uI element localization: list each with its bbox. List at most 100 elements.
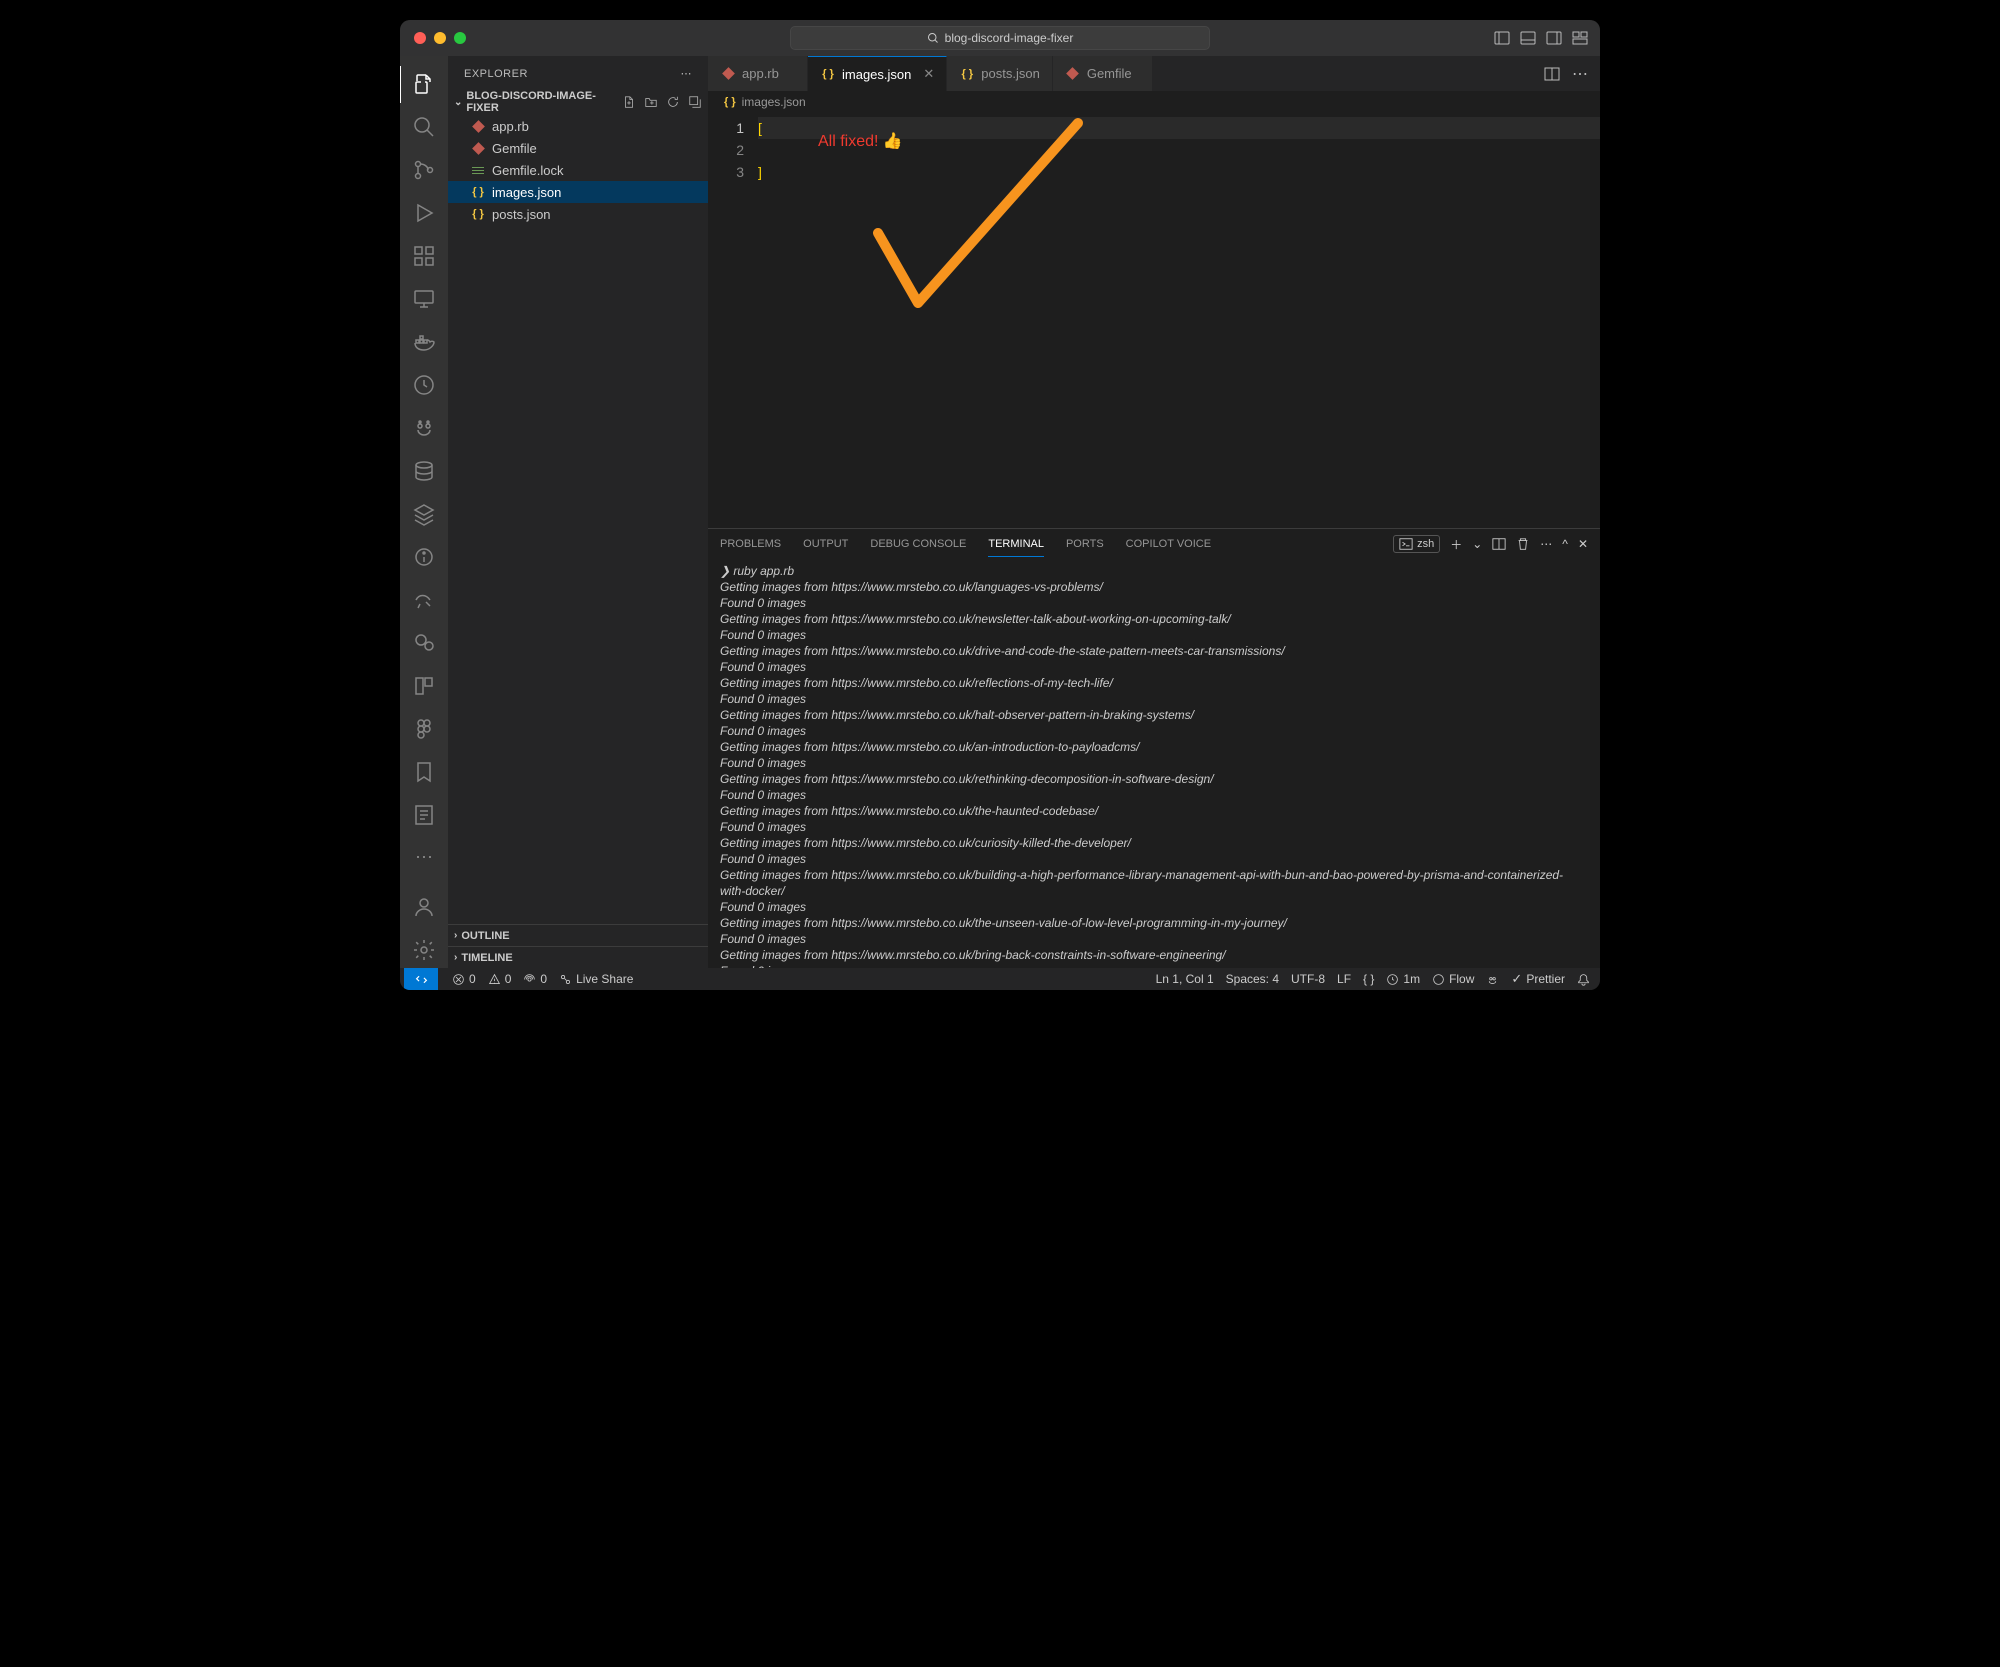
- remote-indicator[interactable]: [404, 968, 438, 990]
- close-window[interactable]: [414, 32, 426, 44]
- remote-explorer-tab[interactable]: [400, 281, 448, 318]
- live-share-status[interactable]: Live Share: [553, 972, 639, 986]
- terminal-line: Found 0 images: [720, 787, 1588, 803]
- language-mode[interactable]: { }: [1357, 972, 1380, 986]
- source-control-tab[interactable]: [400, 152, 448, 189]
- file-item[interactable]: { }posts.json: [448, 203, 708, 225]
- notifications-icon[interactable]: [1571, 973, 1596, 986]
- new-folder-icon[interactable]: [644, 95, 658, 109]
- annotation-checkmark: [858, 113, 1258, 433]
- refresh-icon[interactable]: [666, 95, 680, 109]
- explorer-more-icon[interactable]: ⋯: [681, 67, 693, 80]
- extensions-tab[interactable]: [400, 238, 448, 275]
- terminal-line: Getting images from https://www.mrstebo.…: [720, 947, 1588, 963]
- ports-status[interactable]: 0: [517, 972, 553, 986]
- folder-header[interactable]: ⌄ BLOG-DISCORD-IMAGE-FIXER: [448, 91, 708, 113]
- cursor-position[interactable]: Ln 1, Col 1: [1150, 972, 1220, 986]
- todo-tab[interactable]: [400, 796, 448, 833]
- gitlens-tab[interactable]: [400, 538, 448, 575]
- terminal-line: Getting images from https://www.mrstebo.…: [720, 675, 1588, 691]
- search-tab[interactable]: [400, 109, 448, 146]
- file-name: app.rb: [492, 119, 529, 134]
- settings-tab[interactable]: [400, 931, 448, 968]
- close-panel-icon[interactable]: ✕: [1578, 537, 1588, 551]
- project-tab[interactable]: [400, 667, 448, 704]
- code-editor[interactable]: 123 [] All fixed! 👍: [708, 113, 1600, 528]
- file-name: posts.json: [492, 207, 551, 222]
- file-item[interactable]: Gemfile.lock: [448, 159, 708, 181]
- errors-status[interactable]: 0: [446, 972, 482, 986]
- outline-section[interactable]: ›OUTLINE: [448, 924, 708, 946]
- split-editor-icon[interactable]: [1544, 66, 1560, 82]
- run-debug-tab[interactable]: [400, 195, 448, 232]
- toggle-panel-left-icon[interactable]: [1494, 30, 1510, 46]
- editor-tab[interactable]: app.rb: [708, 56, 808, 91]
- collapse-icon[interactable]: [688, 95, 702, 109]
- close-tab-icon[interactable]: ✕: [923, 66, 934, 82]
- flow-status[interactable]: Flow: [1426, 972, 1480, 986]
- share-tab[interactable]: [400, 581, 448, 618]
- split-terminal-icon[interactable]: [1492, 537, 1506, 551]
- panel-more-icon[interactable]: ⋯: [1540, 537, 1552, 551]
- window-controls: [400, 32, 466, 44]
- bookmark-tab[interactable]: [400, 753, 448, 790]
- warnings-status[interactable]: 0: [482, 972, 518, 986]
- tab-more-icon[interactable]: ⋯: [1572, 64, 1588, 84]
- terminal-shell-badge[interactable]: zsh: [1393, 535, 1440, 553]
- json-icon: { }: [724, 96, 736, 108]
- panel-tab[interactable]: PROBLEMS: [720, 532, 781, 556]
- database-tab[interactable]: [400, 453, 448, 490]
- editor-tab[interactable]: { }posts.json: [947, 56, 1053, 91]
- minimize-window[interactable]: [434, 32, 446, 44]
- copilot-status[interactable]: [1480, 973, 1505, 986]
- timeline-section[interactable]: ›TIMELINE: [448, 946, 708, 968]
- testing-tab[interactable]: [400, 367, 448, 404]
- toggle-panel-right-icon[interactable]: [1546, 30, 1562, 46]
- file-item[interactable]: app.rb: [448, 115, 708, 137]
- terminal-line: Found 0 images: [720, 595, 1588, 611]
- indentation-status[interactable]: Spaces: 4: [1220, 972, 1285, 986]
- tab-label: posts.json: [981, 66, 1040, 81]
- terminal-line: Found 0 images: [720, 819, 1588, 835]
- panel-tab[interactable]: COPILOT VOICE: [1126, 532, 1211, 556]
- command-center[interactable]: blog-discord-image-fixer: [790, 26, 1210, 50]
- tab-label: Gemfile: [1087, 66, 1132, 81]
- figma-tab[interactable]: [400, 710, 448, 747]
- terminal-line: Getting images from https://www.mrstebo.…: [720, 611, 1588, 627]
- copilot-tab[interactable]: [400, 410, 448, 447]
- terminal-line: Found 0 images: [720, 931, 1588, 947]
- new-file-icon[interactable]: [622, 95, 636, 109]
- editor-tab[interactable]: Gemfile: [1053, 56, 1153, 91]
- terminal-dropdown-icon[interactable]: ⌄: [1472, 537, 1482, 551]
- more-tab[interactable]: ⋯: [400, 839, 448, 876]
- encoding-status[interactable]: UTF-8: [1285, 972, 1331, 986]
- maximize-window[interactable]: [454, 32, 466, 44]
- eol-status[interactable]: LF: [1331, 972, 1357, 986]
- terminal-line: Getting images from https://www.mrstebo.…: [720, 579, 1588, 595]
- terminal-line: Found 0 images: [720, 659, 1588, 675]
- time-status[interactable]: 1m: [1380, 972, 1426, 986]
- kill-terminal-icon[interactable]: [1516, 537, 1530, 551]
- chat-tab[interactable]: [400, 624, 448, 661]
- panel-tab[interactable]: DEBUG CONSOLE: [870, 532, 966, 556]
- panel-tab[interactable]: OUTPUT: [803, 532, 848, 556]
- panel-tab[interactable]: PORTS: [1066, 532, 1104, 556]
- accounts-tab[interactable]: [400, 888, 448, 925]
- file-item[interactable]: Gemfile: [448, 137, 708, 159]
- file-name: Gemfile: [492, 141, 537, 156]
- docker-tab[interactable]: [400, 324, 448, 361]
- panel-tab[interactable]: TERMINAL: [988, 532, 1044, 557]
- layers-tab[interactable]: [400, 496, 448, 533]
- file-item[interactable]: { }images.json: [448, 181, 708, 203]
- tab-label: images.json: [842, 67, 911, 82]
- terminal-line: Getting images from https://www.mrstebo.…: [720, 803, 1588, 819]
- toggle-panel-bottom-icon[interactable]: [1520, 30, 1536, 46]
- new-terminal-icon[interactable]: ＋: [1450, 536, 1462, 553]
- terminal-output[interactable]: ❯ ruby app.rbGetting images from https:/…: [708, 559, 1600, 968]
- maximize-panel-icon[interactable]: ^: [1562, 537, 1568, 551]
- breadcrumb[interactable]: { } images.json: [708, 91, 1600, 113]
- customize-layout-icon[interactable]: [1572, 30, 1588, 46]
- explorer-tab[interactable]: [400, 66, 447, 103]
- prettier-status[interactable]: ✓Prettier: [1505, 971, 1571, 987]
- editor-tab[interactable]: { }images.json✕: [808, 56, 947, 91]
